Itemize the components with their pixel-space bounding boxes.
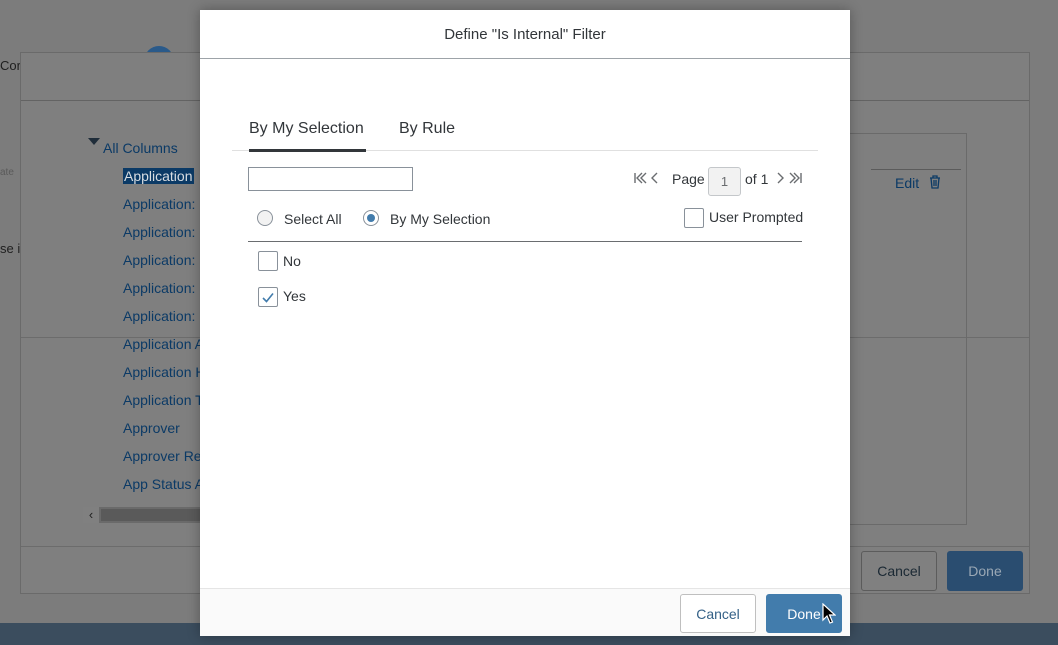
background-edge-text: ate [0, 167, 14, 178]
filter-dialog: Define "Is Internal" Filter By My Select… [200, 10, 850, 636]
dialog-title: Define "Is Internal" Filter [200, 10, 850, 59]
page-count-label: of 1 [745, 171, 769, 187]
tab-by-rule[interactable]: By Rule [399, 118, 455, 151]
value-no-checkbox[interactable] [258, 251, 278, 271]
tree-item[interactable]: App Status A [123, 476, 204, 492]
search-input[interactable] [248, 167, 413, 191]
by-my-selection-radio[interactable] [363, 210, 379, 226]
last-page-icon[interactable] [789, 170, 803, 186]
by-my-selection-label[interactable]: By My Selection [390, 211, 490, 227]
previous-page-icon[interactable] [650, 170, 660, 186]
user-prompted-checkbox[interactable] [684, 208, 704, 228]
tree-item[interactable]: Application: I [123, 252, 203, 268]
page-label: Page [672, 171, 705, 187]
tree-item[interactable]: Application: I [123, 280, 203, 296]
background-divider [871, 169, 961, 170]
tree-item[interactable]: Application A [123, 336, 204, 352]
user-prompted-label[interactable]: User Prompted [709, 209, 803, 225]
edit-link[interactable]: Edit [895, 175, 919, 191]
value-no-label[interactable]: No [283, 253, 301, 269]
list-divider [248, 241, 802, 242]
tree-item[interactable]: Approver [123, 420, 180, 436]
value-yes-checkbox[interactable] [258, 287, 278, 307]
done-button[interactable]: Done [766, 594, 842, 633]
tab-by-my-selection[interactable]: By My Selection [249, 118, 366, 152]
cancel-button[interactable]: Cancel [680, 594, 756, 633]
trash-icon[interactable] [929, 175, 941, 189]
background-done-button[interactable]: Done [947, 551, 1023, 591]
scroll-left-icon[interactable]: ‹ [83, 507, 99, 523]
tree-collapse-icon[interactable] [88, 138, 100, 145]
value-yes-label[interactable]: Yes [283, 288, 306, 304]
next-page-icon[interactable] [775, 170, 785, 186]
background-edge-text: Cor [0, 58, 21, 73]
tree-root-label[interactable]: All Columns [103, 140, 178, 156]
tab-bar: By My Selection By Rule [232, 118, 818, 152]
tree-item[interactable]: Application T [123, 392, 204, 408]
check-icon [262, 292, 274, 303]
page-number-input[interactable] [708, 167, 741, 196]
tree-item[interactable]: Application [123, 168, 194, 184]
select-all-label[interactable]: Select All [284, 211, 342, 227]
tree-item[interactable]: Approver Re [123, 448, 202, 464]
tree-item[interactable]: Application H [123, 364, 206, 380]
tree-item[interactable]: Application: ( [123, 196, 204, 212]
tree-item[interactable]: Application: I [123, 224, 203, 240]
select-all-radio[interactable] [257, 210, 273, 226]
background-cancel-button[interactable]: Cancel [861, 551, 937, 591]
first-page-icon[interactable] [633, 170, 647, 186]
tree-item[interactable]: Application: I [123, 308, 203, 324]
